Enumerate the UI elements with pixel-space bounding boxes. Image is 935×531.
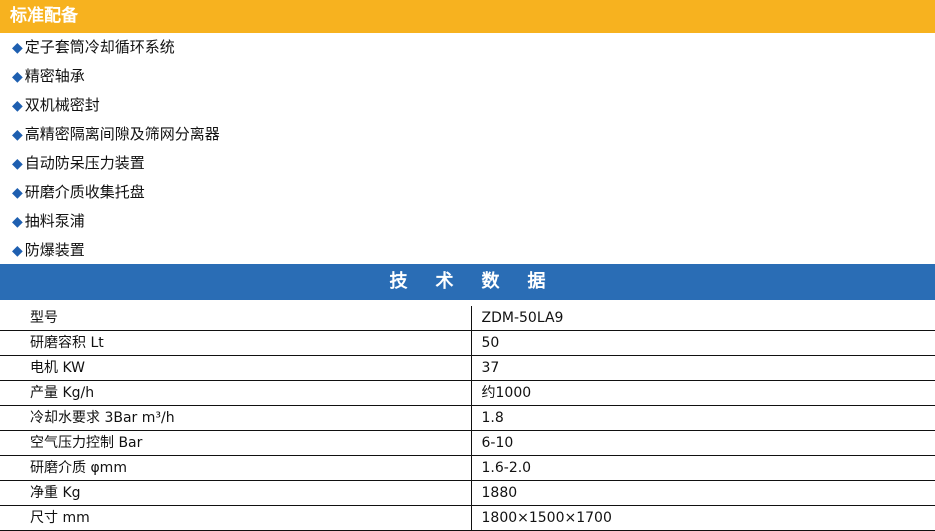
- spec-value: 1880: [471, 480, 935, 506]
- feature-item: ◆ 高精密隔离间隙及筛网分离器: [0, 120, 935, 149]
- feature-item-label: 双机械密封: [24, 96, 100, 114]
- diamond-bullet-icon: ◆: [12, 40, 23, 56]
- feature-item-label: 精密轴承: [24, 67, 85, 85]
- feature-item: ◆ 自动防呆压力装置: [0, 149, 935, 178]
- spec-value: 1.6-2.0: [471, 455, 935, 481]
- spec-label: 研磨介质 φmm: [0, 455, 472, 481]
- spec-value: ZDM-50LA9: [471, 306, 935, 331]
- feature-item: ◆ 精密轴承: [0, 62, 935, 91]
- feature-item: ◆ 双机械密封: [0, 91, 935, 120]
- table-row: 研磨介质 φmm 1.6-2.0: [0, 455, 935, 481]
- spec-label: 产量 Kg/h: [0, 380, 472, 406]
- spec-value: 约1000: [471, 380, 935, 406]
- spec-label: 空气压力控制 Bar: [0, 430, 472, 456]
- table-row: 尺寸 mm 1800×1500×1700: [0, 505, 935, 531]
- table-row: 产量 Kg/h 约1000: [0, 380, 935, 406]
- feature-item-label: 定子套筒冷却循环系统: [24, 38, 175, 56]
- spec-value: 37: [471, 355, 935, 381]
- feature-item: ◆ 防爆装置: [0, 236, 935, 265]
- table-row: 冷却水要求 3Bar m³/h 1.8: [0, 405, 935, 431]
- table-row: 净重 Kg 1880: [0, 480, 935, 506]
- table-row: 型号 ZDM-50LA9: [0, 306, 935, 331]
- spec-value: 6-10: [471, 430, 935, 456]
- feature-item: ◆ 抽料泵浦: [0, 207, 935, 236]
- spec-value: 50: [471, 330, 935, 356]
- feature-item-label: 抽料泵浦: [24, 212, 85, 230]
- table-row: 电机 KW 37: [0, 355, 935, 381]
- feature-item-label: 自动防呆压力装置: [24, 154, 145, 172]
- diamond-bullet-icon: ◆: [12, 185, 23, 201]
- feature-item: ◆ 研磨介质收集托盘: [0, 178, 935, 207]
- diamond-bullet-icon: ◆: [12, 98, 23, 114]
- spec-value: 1800×1500×1700: [471, 505, 935, 531]
- standard-config-title: 标准配备: [10, 6, 78, 26]
- spec-label: 型号: [0, 306, 472, 331]
- tech-data-title: 技术数据: [389, 271, 574, 292]
- feature-item-label: 高精密隔离间隙及筛网分离器: [24, 125, 220, 143]
- diamond-bullet-icon: ◆: [12, 127, 23, 143]
- diamond-bullet-icon: ◆: [12, 69, 23, 85]
- table-row: 研磨容积 Lt 50: [0, 330, 935, 356]
- spec-label: 净重 Kg: [0, 480, 472, 506]
- table-row: 空气压力控制 Bar 6-10: [0, 430, 935, 456]
- standard-config-list: ◆ 定子套筒冷却循环系统 ◆ 精密轴承 ◆ 双机械密封 ◆ 高精密隔离间隙及筛网分离器 …: [0, 33, 935, 265]
- spec-label: 电机 KW: [0, 355, 472, 381]
- diamond-bullet-icon: ◆: [12, 156, 23, 172]
- diamond-bullet-icon: ◆: [12, 243, 23, 259]
- tech-data-table: 型号 ZDM-50LA9 研磨容积 Lt 50 电机 KW 37 产量 Kg/h 约10…: [0, 306, 935, 531]
- diamond-bullet-icon: ◆: [12, 214, 23, 230]
- feature-item: ◆ 定子套筒冷却循环系统: [0, 33, 935, 62]
- spec-label: 研磨容积 Lt: [0, 330, 472, 356]
- spec-label: 尺寸 mm: [0, 505, 472, 531]
- tech-data-header: 技术数据: [0, 264, 935, 300]
- feature-item-label: 研磨介质收集托盘: [24, 183, 145, 201]
- standard-config-header: 标准配备: [0, 0, 935, 33]
- spec-label: 冷却水要求 3Bar m³/h: [0, 405, 472, 431]
- spec-value: 1.8: [471, 405, 935, 431]
- feature-item-label: 防爆装置: [24, 241, 85, 259]
